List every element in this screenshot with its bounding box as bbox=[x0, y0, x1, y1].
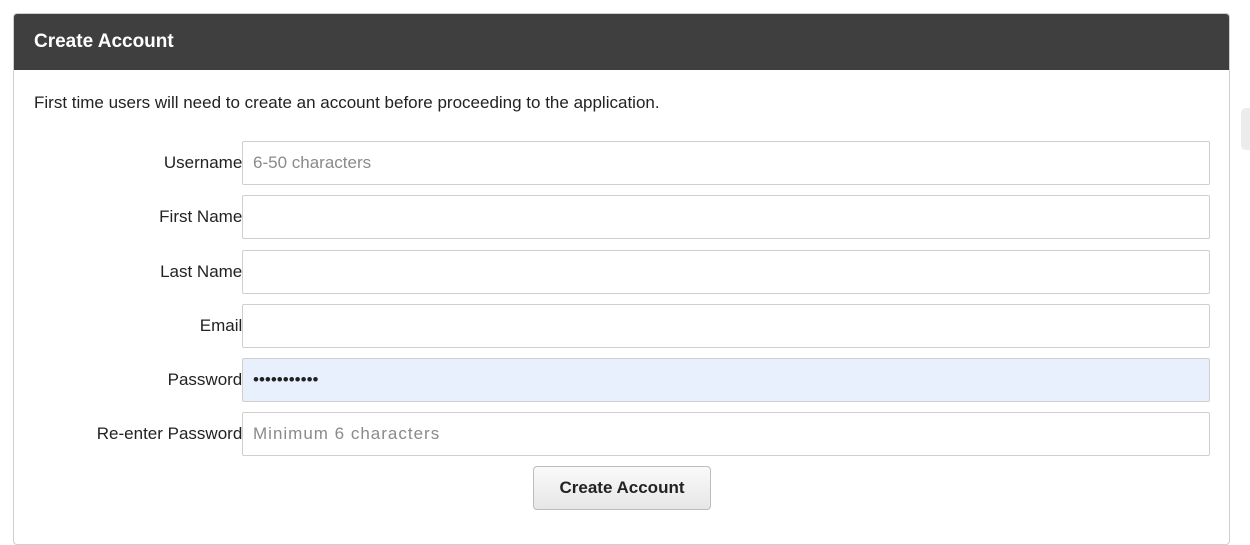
last-name-label: Last Name: bbox=[160, 262, 247, 281]
intro-text: First time users will need to create an … bbox=[34, 93, 660, 112]
password-row: Password: bbox=[14, 358, 1229, 402]
last-name-input[interactable] bbox=[242, 250, 1210, 294]
create-account-panel: Create Account First time users will nee… bbox=[13, 13, 1230, 545]
email-row: Email: bbox=[14, 304, 1229, 348]
first-name-input[interactable] bbox=[242, 195, 1210, 239]
first-name-row: First Name: bbox=[14, 195, 1229, 239]
last-name-row: Last Name: bbox=[14, 250, 1229, 294]
reenter-password-input[interactable] bbox=[242, 412, 1210, 456]
side-tab[interactable] bbox=[1241, 108, 1250, 150]
reenter-password-label: Re-enter Password: bbox=[96, 424, 247, 443]
username-label: Username: bbox=[163, 153, 247, 172]
create-account-button[interactable]: Create Account bbox=[533, 466, 711, 510]
username-row: Username: bbox=[14, 141, 1229, 185]
reenter-password-row: Re-enter Password: bbox=[14, 412, 1229, 456]
first-name-label: First Name: bbox=[159, 207, 247, 226]
email-input[interactable] bbox=[242, 304, 1210, 348]
panel-title: Create Account bbox=[14, 14, 1229, 70]
email-label: Email: bbox=[199, 316, 247, 335]
password-label: Password: bbox=[167, 370, 247, 389]
password-input[interactable] bbox=[242, 358, 1210, 402]
username-input[interactable] bbox=[242, 141, 1210, 185]
